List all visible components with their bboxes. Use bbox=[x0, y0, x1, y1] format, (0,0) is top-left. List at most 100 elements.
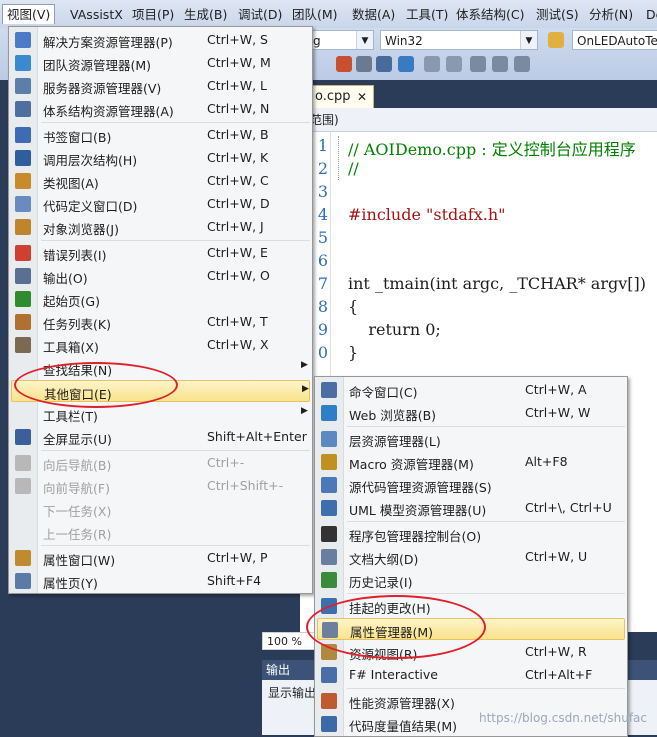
menu-item-10[interactable]: 历史记录(I) bbox=[317, 569, 625, 591]
menu-item-label: UML 模型资源管理器(U) bbox=[349, 503, 487, 518]
menu-item-5[interactable]: 源代码管理资源管理器(S) bbox=[317, 474, 625, 496]
menu-item-2[interactable]: 服务器资源管理器(V) Ctrl+W, L bbox=[11, 75, 310, 97]
outdent-icon[interactable] bbox=[492, 56, 508, 72]
menu-item-6[interactable]: 调用层次结构(H) Ctrl+W, K bbox=[11, 147, 310, 169]
platform-dropdown[interactable]: Win32 ▼ bbox=[380, 30, 538, 50]
menu-item-label: 工具栏(T) bbox=[43, 409, 98, 424]
solution-explorer-icon bbox=[15, 32, 31, 48]
menu-item-shortcut: Alt+F8 bbox=[525, 454, 568, 469]
package-console-icon bbox=[321, 526, 337, 542]
menubar-item-8[interactable]: 体系结构(C) bbox=[452, 5, 528, 24]
uml-explorer-icon bbox=[321, 500, 337, 516]
submenu-arrow-icon: ▶ bbox=[301, 360, 308, 370]
menubar-item-6[interactable]: 数据(A) bbox=[348, 5, 399, 24]
history-icon bbox=[321, 572, 337, 588]
menu-item-22: 向前导航(F) Ctrl+Shift+- bbox=[11, 475, 310, 497]
close-icon[interactable]: ✕ bbox=[357, 86, 367, 108]
menubar-item-5[interactable]: 团队(M) bbox=[288, 5, 342, 24]
navigate-back-icon[interactable] bbox=[424, 56, 440, 72]
menu-bar: 视图(V) VAssistX 项目(P) 生成(B) 调试(D) 团队(M) 数据(A) 工具… bbox=[0, 0, 657, 29]
menu-item-shortcut: Ctrl+W, P bbox=[207, 550, 268, 565]
menu-item-label: 任务列表(K) bbox=[43, 317, 111, 332]
menu-item-4[interactable]: Macro 资源管理器(M) Alt+F8 bbox=[317, 451, 625, 473]
menu-item-shortcut: Ctrl+W, O bbox=[207, 268, 270, 283]
class-view-icon bbox=[15, 173, 31, 189]
debug-icon[interactable] bbox=[336, 56, 352, 72]
find-icon[interactable] bbox=[548, 32, 564, 48]
menu-item-3[interactable]: 体系结构资源管理器(A) Ctrl+W, N bbox=[11, 98, 310, 120]
code-line[interactable]: { bbox=[348, 297, 358, 316]
scope-bar[interactable]: 范围) bbox=[300, 108, 657, 132]
menu-item-14[interactable]: 任务列表(K) Ctrl+W, T bbox=[11, 311, 310, 333]
line-number: 2 bbox=[317, 159, 328, 178]
menu-item-7[interactable]: 类视图(A) Ctrl+W, C bbox=[11, 170, 310, 192]
code-line[interactable]: return 0; bbox=[348, 320, 440, 339]
menu-item-17[interactable]: 性能资源管理器(X) bbox=[317, 690, 625, 712]
menu-separator bbox=[41, 240, 310, 241]
menubar-item-3[interactable]: 生成(B) bbox=[180, 5, 231, 24]
menubar-item-9[interactable]: 测试(S) bbox=[532, 5, 583, 24]
menu-item-shortcut: Ctrl+W, U bbox=[525, 549, 588, 564]
menu-item-18[interactable]: 工具栏(T) ▶ bbox=[11, 403, 310, 425]
code-line[interactable]: } bbox=[348, 343, 358, 362]
menubar-item-2[interactable]: 项目(P) bbox=[128, 5, 178, 24]
menu-item-26[interactable]: 属性窗口(W) Ctrl+W, P bbox=[11, 547, 310, 569]
error-list-icon bbox=[15, 245, 31, 261]
output-source-label: 显示输出 bbox=[268, 686, 317, 700]
search-icon[interactable] bbox=[398, 56, 414, 72]
menu-item-12[interactable]: 输出(O) Ctrl+W, O bbox=[11, 265, 310, 287]
property-pages-icon bbox=[15, 573, 31, 589]
architecture-explorer-icon bbox=[15, 101, 31, 117]
menubar-item-11[interactable]: De bbox=[642, 5, 657, 24]
menubar-item-10[interactable]: 分析(N) bbox=[585, 5, 637, 24]
startup-project-box[interactable]: OnLEDAutoTe bbox=[572, 30, 657, 50]
menu-item-11[interactable]: 错误列表(I) Ctrl+W, E bbox=[11, 242, 310, 264]
menu-item-15[interactable]: 工具箱(X) Ctrl+W, X bbox=[11, 334, 310, 356]
line-number: 3 bbox=[317, 182, 328, 201]
menu-item-1[interactable]: 团队资源管理器(M) Ctrl+W, M bbox=[11, 52, 310, 74]
menu-item-shortcut: Ctrl+W, B bbox=[207, 127, 269, 142]
menubar-item-0[interactable]: 视图(V) bbox=[2, 4, 56, 24]
menu-item-shortcut: Ctrl+W, K bbox=[207, 150, 269, 165]
menu-item-6[interactable]: UML 模型资源管理器(U) Ctrl+\, Ctrl+U bbox=[317, 497, 625, 519]
performance-explorer-icon bbox=[321, 693, 337, 709]
bookmark-icon[interactable] bbox=[514, 56, 530, 72]
menu-item-27[interactable]: 属性页(Y) Shift+F4 bbox=[11, 570, 310, 592]
layout-icon[interactable] bbox=[376, 56, 392, 72]
solution-config-dropdown[interactable]: g ▼ bbox=[308, 30, 374, 50]
menu-item-13[interactable]: 起始页(G) bbox=[11, 288, 310, 310]
menu-item-label: 代码定义窗口(D) bbox=[43, 199, 138, 214]
menu-item-shortcut: Ctrl+W, E bbox=[207, 245, 268, 260]
code-line[interactable]: #include "stdafx.h" bbox=[348, 205, 505, 224]
menu-item-shortcut: Ctrl+W, N bbox=[207, 101, 270, 116]
code-line[interactable]: // bbox=[348, 159, 359, 178]
menubar-item-1[interactable]: VAssistX bbox=[66, 5, 127, 24]
object-browser-icon bbox=[15, 219, 31, 235]
menu-item-8[interactable]: 程序包管理器控制台(O) bbox=[317, 523, 625, 545]
menu-item-19[interactable]: 全屏显示(U) Shift+Alt+Enter bbox=[11, 426, 310, 448]
menu-item-0[interactable]: 命令窗口(C) Ctrl+W, A bbox=[317, 379, 625, 401]
menubar-item-4[interactable]: 调试(D) bbox=[234, 5, 286, 24]
navigate-forward-icon bbox=[15, 478, 31, 494]
menu-item-0[interactable]: 解决方案资源管理器(P) Ctrl+W, S bbox=[11, 29, 310, 51]
menu-item-9[interactable]: 对象浏览器(J) Ctrl+W, J bbox=[11, 216, 310, 238]
menu-item-1[interactable]: Web 浏览器(B) Ctrl+W, W bbox=[317, 402, 625, 424]
code-line[interactable]: int _tmain(int argc, _TCHAR* argv[]) bbox=[348, 274, 646, 293]
menu-item-15[interactable]: F# Interactive Ctrl+Alt+F bbox=[317, 664, 625, 686]
menu-item-8[interactable]: 代码定义窗口(D) Ctrl+W, D bbox=[11, 193, 310, 215]
code-line[interactable]: // AOIDemo.cpp : 定义控制台应用程序 bbox=[348, 136, 636, 160]
menu-item-label: Macro 资源管理器(M) bbox=[349, 457, 474, 472]
menu-item-9[interactable]: 文档大纲(D) Ctrl+W, U bbox=[317, 546, 625, 568]
scope-label: 范围) bbox=[310, 113, 339, 127]
menubar-item-7[interactable]: 工具(T) bbox=[402, 5, 452, 24]
watermark: https://blog.csdn.net/shufac bbox=[479, 711, 647, 725]
menu-item-label: 上一任务(R) bbox=[43, 527, 112, 542]
window-icon[interactable] bbox=[356, 56, 372, 72]
menu-item-5[interactable]: 书签窗口(B) Ctrl+W, B bbox=[11, 124, 310, 146]
navigate-forward-icon[interactable] bbox=[446, 56, 462, 72]
fullscreen-icon bbox=[15, 429, 31, 445]
menu-item-3[interactable]: 层资源管理器(L) bbox=[317, 428, 625, 450]
menu-item-23: 下一任务(X) bbox=[11, 498, 310, 520]
annotation-circle-other-windows bbox=[14, 362, 178, 408]
indent-icon[interactable] bbox=[470, 56, 486, 72]
